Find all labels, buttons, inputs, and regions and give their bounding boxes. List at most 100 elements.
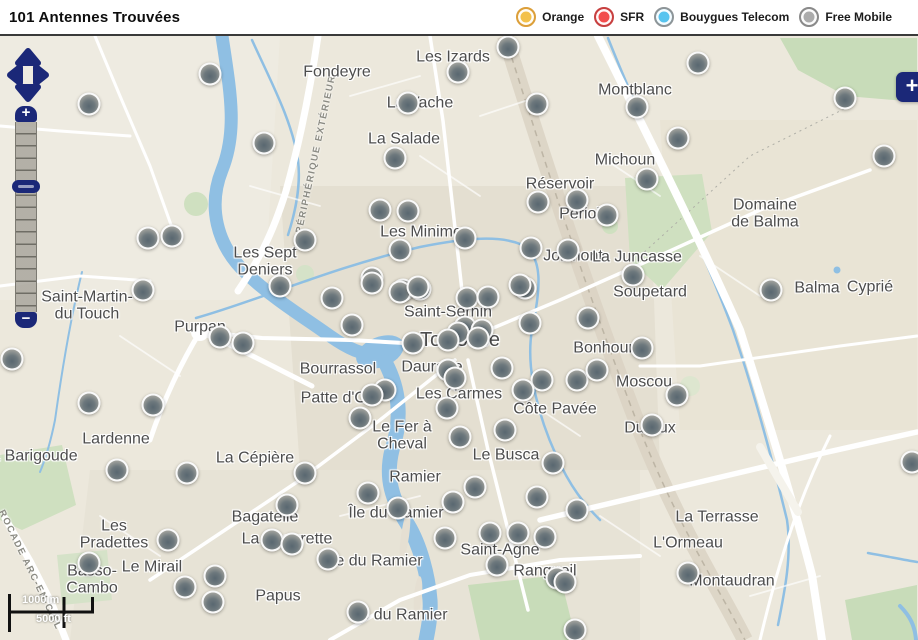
antenna-marker[interactable] xyxy=(389,239,412,262)
antenna-marker[interactable] xyxy=(677,562,700,585)
antenna-marker[interactable] xyxy=(449,426,472,449)
antenna-marker[interactable] xyxy=(78,392,101,415)
antenna-marker[interactable] xyxy=(321,287,344,310)
antenna-marker[interactable] xyxy=(361,384,384,407)
antenna-marker[interactable] xyxy=(454,227,477,250)
antenna-marker[interactable] xyxy=(202,591,225,614)
antenna-marker[interactable] xyxy=(566,189,589,212)
antenna-marker[interactable] xyxy=(586,359,609,382)
antenna-marker[interactable] xyxy=(281,533,304,556)
antenna-marker[interactable] xyxy=(667,127,690,150)
antenna-marker[interactable] xyxy=(520,237,543,260)
antenna-marker[interactable] xyxy=(519,312,542,335)
antenna-marker[interactable] xyxy=(444,367,467,390)
antenna-marker[interactable] xyxy=(834,87,857,110)
antenna-marker[interactable] xyxy=(369,199,392,222)
antenna-marker[interactable] xyxy=(209,326,232,349)
antenna-marker[interactable] xyxy=(253,132,276,155)
antenna-marker[interactable] xyxy=(106,459,129,482)
antenna-marker[interactable] xyxy=(497,36,520,59)
antenna-marker[interactable] xyxy=(402,332,425,355)
antenna-marker[interactable] xyxy=(437,329,460,352)
antenna-marker[interactable] xyxy=(467,327,490,350)
antenna-marker[interactable] xyxy=(760,279,783,302)
legend: OrangeSFRBouygues TelecomFree Mobile xyxy=(516,7,918,27)
antenna-marker[interactable] xyxy=(534,526,557,549)
antenna-marker[interactable] xyxy=(347,601,370,624)
antenna-marker[interactable] xyxy=(507,522,530,545)
antenna-marker[interactable] xyxy=(456,287,479,310)
antenna-marker[interactable] xyxy=(566,499,589,522)
antenna-marker[interactable] xyxy=(479,522,502,545)
expand-panel-button[interactable]: + xyxy=(896,72,918,102)
antenna-marker[interactable] xyxy=(361,272,384,295)
antenna-marker[interactable] xyxy=(486,554,509,577)
scale-metric-label: 1000 m xyxy=(22,594,59,606)
antenna-marker[interactable] xyxy=(873,145,896,168)
antenna-marker[interactable] xyxy=(407,276,430,299)
antenna-marker[interactable] xyxy=(384,147,407,170)
antenna-marker[interactable] xyxy=(357,482,380,505)
antenna-marker[interactable] xyxy=(137,227,160,250)
antenna-marker[interactable] xyxy=(341,314,364,337)
legend-item-orange: Orange xyxy=(516,7,584,27)
antenna-marker[interactable] xyxy=(577,307,600,330)
antenna-marker[interactable] xyxy=(294,462,317,485)
antenna-marker[interactable] xyxy=(276,494,299,517)
antenna-marker[interactable] xyxy=(687,52,710,75)
zoom-slider-track[interactable] xyxy=(15,122,37,312)
antenna-marker[interactable] xyxy=(157,529,180,552)
antenna-marker[interactable] xyxy=(294,229,317,252)
antenna-marker[interactable] xyxy=(527,191,550,214)
zoom-slider-handle[interactable] xyxy=(12,180,40,193)
antenna-marker[interactable] xyxy=(269,275,292,298)
antenna-marker[interactable] xyxy=(477,286,500,309)
antenna-marker[interactable] xyxy=(78,552,101,575)
antenna-marker[interactable] xyxy=(564,619,587,640)
antenna-marker[interactable] xyxy=(349,407,372,430)
antenna-marker[interactable] xyxy=(542,452,565,475)
antenna-marker[interactable] xyxy=(491,357,514,380)
antenna-marker[interactable] xyxy=(494,419,517,442)
antenna-marker[interactable] xyxy=(397,92,420,115)
antenna-marker[interactable] xyxy=(464,476,487,499)
antenna-marker[interactable] xyxy=(204,565,227,588)
antenna-marker[interactable] xyxy=(132,279,155,302)
antenna-marker[interactable] xyxy=(447,61,470,84)
antenna-marker[interactable] xyxy=(317,548,340,571)
antenna-marker[interactable] xyxy=(174,576,197,599)
antenna-marker[interactable] xyxy=(901,451,918,474)
antenna-marker[interactable] xyxy=(631,337,654,360)
antenna-marker[interactable] xyxy=(199,63,222,86)
antenna-marker[interactable] xyxy=(1,348,24,371)
zoom-in-button[interactable]: + xyxy=(15,106,37,122)
antenna-marker[interactable] xyxy=(636,168,659,191)
antenna-marker[interactable] xyxy=(397,200,420,223)
antenna-marker[interactable] xyxy=(526,486,549,509)
antenna-marker[interactable] xyxy=(176,462,199,485)
free-mobile-marker-icon xyxy=(799,7,819,27)
antenna-marker[interactable] xyxy=(512,379,535,402)
antenna-marker[interactable] xyxy=(622,264,645,287)
antenna-marker[interactable] xyxy=(666,384,689,407)
antenna-marker[interactable] xyxy=(434,527,457,550)
antenna-marker[interactable] xyxy=(626,96,649,119)
antenna-marker[interactable] xyxy=(509,274,532,297)
antenna-marker[interactable] xyxy=(161,225,184,248)
antenna-marker[interactable] xyxy=(526,93,549,116)
antenna-marker[interactable] xyxy=(596,204,619,227)
antenna-marker[interactable] xyxy=(232,332,255,355)
antenna-marker[interactable] xyxy=(387,497,410,520)
antenna-marker[interactable] xyxy=(436,397,459,420)
antenna-marker[interactable] xyxy=(78,93,101,116)
antenna-marker[interactable] xyxy=(442,491,465,514)
antenna-marker[interactable] xyxy=(142,394,165,417)
pan-left-icon xyxy=(10,67,20,83)
map-canvas[interactable]: PÉRIPHÉRIQUE EXTÉRIEURROCADE ARC-EN-CIEL… xyxy=(0,36,918,640)
zoom-out-button[interactable]: − xyxy=(15,312,37,328)
pan-control[interactable] xyxy=(5,47,51,110)
antenna-marker[interactable] xyxy=(557,239,580,262)
bouygues-marker-icon xyxy=(654,7,674,27)
antenna-marker[interactable] xyxy=(641,414,664,437)
antenna-marker[interactable] xyxy=(554,571,577,594)
